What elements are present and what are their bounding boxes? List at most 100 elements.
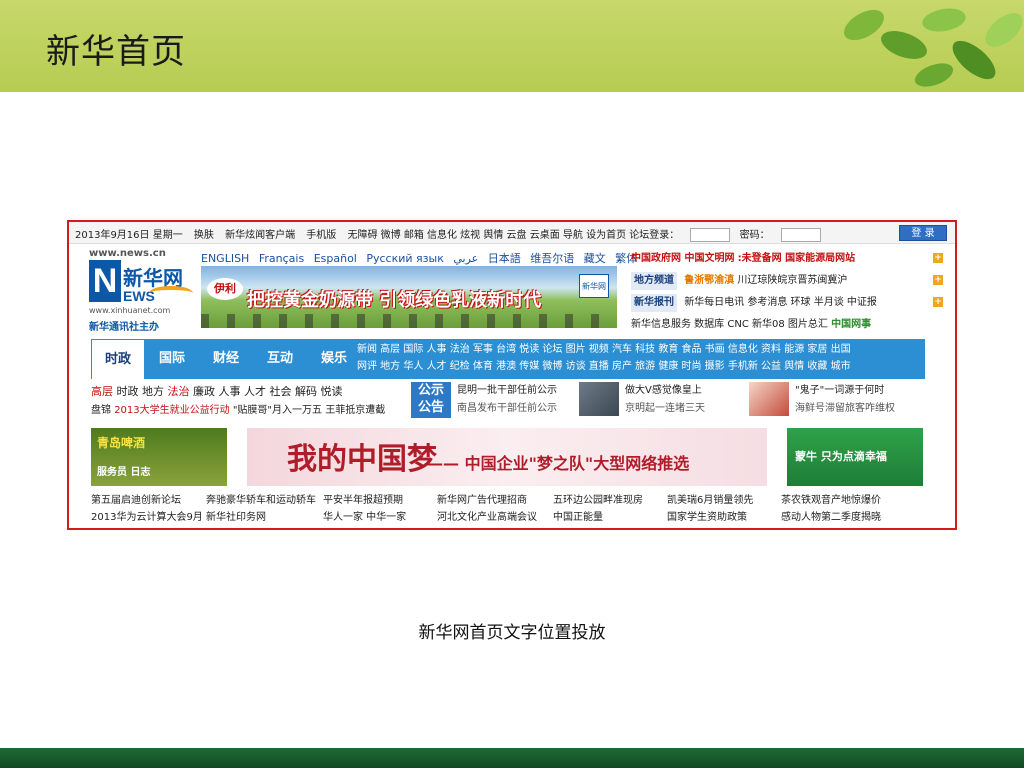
bottom-links: 第五届启迪创新论坛 奔驰豪华轿车和运动轿车 平安半年报超预期 新华网广告代理招商… bbox=[91, 492, 941, 526]
news-rest[interactable]: 廉政 人事 人才 社会 解码 悦读 bbox=[190, 385, 343, 398]
bottom-link[interactable]: 新华社印务网 bbox=[206, 509, 266, 526]
right-row-gov: 中国政府网 中国文明网 :未登备网 国家能源局网站 + bbox=[631, 250, 949, 272]
thumb1-line1[interactable]: 做大V感觉像皇上 bbox=[625, 382, 705, 400]
notice-line1[interactable]: 昆明一批干部任前公示 bbox=[457, 382, 557, 400]
topbar-links[interactable]: 无障碍 微博 邮箱 信息化 炫视 舆情 云盘 云桌面 导航 设为首页 论坛登录： bbox=[347, 230, 679, 241]
mengniu-text: 蒙牛 只为点滴幸福 bbox=[795, 450, 887, 463]
right-row-local: 地方频道 鲁浙鄂渝滇 川辽琼陕皖京晋苏闽冀沪 + bbox=[631, 272, 949, 294]
news-row2-label[interactable]: 盘锦 bbox=[91, 405, 114, 416]
login-button[interactable]: 登 录 bbox=[899, 225, 947, 241]
bottom-link[interactable]: 五环边公园畔准现房 bbox=[553, 492, 643, 509]
logo-sub: 新华通讯社主办 bbox=[89, 322, 159, 333]
logo-site: www.xinhuanet.com bbox=[89, 306, 171, 315]
banner-text: 把控黄金奶源带 引领绿色乳液新时代 bbox=[247, 290, 542, 311]
logo-letter: N bbox=[89, 260, 121, 302]
tab-interactive[interactable]: 互动 bbox=[253, 339, 307, 379]
notice-line2[interactable]: 南昌发布干部任前公示 bbox=[457, 400, 557, 418]
gov-links-rest[interactable]: :未登备网 国家能源局网站 bbox=[738, 253, 855, 264]
language-links: ENGLISH Français Español Русский язык عر… bbox=[201, 250, 643, 266]
lang-russian[interactable]: Русский язык bbox=[366, 252, 443, 265]
bottom-link[interactable]: 中国正能量 bbox=[553, 509, 603, 526]
thumb2-links: "鬼子"一词源于何时 海鲜号滞留旅客咋维权 bbox=[795, 382, 895, 418]
china-netizen-link[interactable]: 中国网事 bbox=[831, 319, 871, 330]
yili-banner[interactable]: 伊利 把控黄金奶源带 引领绿色乳液新时代 新华网 bbox=[201, 266, 617, 328]
tab-international[interactable]: 国际 bbox=[145, 339, 199, 379]
lang-spanish[interactable]: Español bbox=[314, 252, 357, 265]
bottom-link[interactable]: 奔驰豪华轿车和运动轿车 bbox=[206, 492, 316, 509]
thumb1-line2[interactable]: 京明起一连堵三天 bbox=[625, 400, 705, 418]
bottom-link[interactable]: 2013华为云计算大会9月 bbox=[91, 509, 203, 526]
logo-url: www.news.cn bbox=[89, 248, 166, 259]
beer-title: 青岛啤酒 bbox=[97, 436, 146, 450]
bottom-link[interactable]: 平安半年报超预期 bbox=[323, 492, 403, 509]
bottom-link[interactable]: 河北文化产业高端会议 bbox=[437, 509, 537, 526]
lang-tibetan[interactable]: 藏文 bbox=[584, 252, 606, 265]
banner-cows bbox=[201, 314, 617, 328]
skin-link[interactable]: 换肤 bbox=[194, 230, 214, 241]
bottom-row1: 第五届启迪创新论坛 奔驰豪华轿车和运动轿车 平安半年报超预期 新华网广告代理招商… bbox=[91, 492, 941, 509]
xinhua-logo[interactable]: www.news.cn N 新华网 EWS www.xinhuanet.com … bbox=[89, 248, 193, 333]
expand-icon[interactable]: + bbox=[933, 297, 943, 307]
press-tag: 新华报刊 bbox=[631, 294, 677, 312]
notice-badge[interactable]: 公示 公告 bbox=[411, 382, 451, 418]
news-mid[interactable]: 时政 地方 bbox=[113, 385, 168, 398]
news-left: 高层 时政 地方 法治 廉政 人事 人才 社会 解码 悦读 盘锦 2013大学生… bbox=[91, 382, 401, 420]
bottom-link[interactable]: 茶农铁观音产地惊爆价 bbox=[781, 492, 881, 509]
news-row2-rest[interactable]: "贴膜哥"月入一万五 王菲抵京遭截 bbox=[230, 405, 385, 416]
slide-caption: 新华网首页文字位置投放 bbox=[418, 623, 606, 643]
expand-icon[interactable]: + bbox=[933, 275, 943, 285]
services-links[interactable]: 新华信息服务 数据库 CNC 新华08 图片总汇 bbox=[631, 319, 828, 330]
nav-links-row2[interactable]: 网评 地方 华人 人才 纪检 体育 港澳 传媒 微博 访谈 直播 房产 旅游 健… bbox=[357, 358, 923, 375]
news-row2-red[interactable]: 2013大学生就业公益行动 bbox=[114, 405, 229, 416]
lang-uyghur[interactable]: 维吾尔语 bbox=[530, 252, 574, 265]
local-highlight[interactable]: 鲁浙鄂渝滇 bbox=[684, 275, 734, 286]
gov-links[interactable]: 中国政府网 中国文明网 bbox=[631, 253, 734, 264]
tab-politics[interactable]: 时政 bbox=[91, 339, 145, 379]
expand-icon[interactable]: + bbox=[933, 253, 943, 263]
thumb2-line1[interactable]: "鬼子"一词源于何时 bbox=[795, 382, 895, 400]
local-links[interactable]: 川辽琼陕皖京晋苏闽冀沪 bbox=[737, 275, 847, 286]
mengniu-ad[interactable]: 蒙牛 只为点滴幸福 bbox=[787, 428, 923, 486]
client-link[interactable]: 新华炫闻客户端 bbox=[225, 230, 295, 241]
bottom-link[interactable]: 国家学生资助政策 bbox=[667, 509, 747, 526]
mobile-link[interactable]: 手机版 bbox=[306, 230, 336, 241]
slide: 新华首页 2013年9月16日 星期一 换肤 新华炫闻客户端 手机版 无障碍 微… bbox=[0, 0, 1024, 768]
tsingtao-ad[interactable]: 青岛啤酒 服务员 日志 bbox=[91, 428, 227, 486]
nav-links: 新闻 高层 国际 人事 法治 军事 台湾 悦读 论坛 图片 视频 汽车 科技 教… bbox=[357, 341, 923, 375]
bottom-link[interactable]: 凯美瑞6月销量领先 bbox=[667, 492, 753, 509]
banner-brand: 伊利 bbox=[207, 278, 243, 300]
banner-logo: 新华网 bbox=[579, 274, 609, 298]
site-topbar: 2013年9月16日 星期一 换肤 新华炫闻客户端 手机版 无障碍 微博 邮箱 … bbox=[69, 222, 955, 244]
bottom-link[interactable]: 第五届启迪创新论坛 bbox=[91, 492, 181, 509]
password-label: 密码： bbox=[739, 230, 770, 241]
press-links[interactable]: 新华每日电讯 参考消息 环球 半月谈 中证报 bbox=[684, 297, 877, 308]
news-hl2[interactable]: 法治 bbox=[168, 385, 190, 398]
tab-entertainment[interactable]: 娱乐 bbox=[307, 339, 361, 379]
bottom-link[interactable]: 华人一家 中华一家 bbox=[323, 509, 406, 526]
slide-title: 新华首页 bbox=[46, 32, 186, 72]
news-hl1[interactable]: 高层 bbox=[91, 385, 113, 398]
leaves-decoration bbox=[844, 8, 1023, 87]
notice-links: 昆明一批干部任前公示 南昌发布干部任前公示 bbox=[457, 382, 557, 418]
bottom-band bbox=[0, 748, 1024, 768]
tab-finance[interactable]: 财经 bbox=[199, 339, 253, 379]
dream-title: 我的中国梦 bbox=[287, 442, 437, 477]
nav-links-row1[interactable]: 新闻 高层 国际 人事 法治 军事 台湾 悦读 论坛 图片 视频 汽车 科技 教… bbox=[357, 341, 923, 358]
bottom-row2: 2013华为云计算大会9月 新华社印务网 华人一家 中华一家 河北文化产业高端会… bbox=[91, 509, 941, 526]
news-left-row2: 盘锦 2013大学生就业公益行动 "贴膜哥"月入一万五 王菲抵京遭截 bbox=[91, 401, 401, 420]
news-thumbnail[interactable] bbox=[749, 382, 789, 416]
bottom-link[interactable]: 新华网广告代理招商 bbox=[437, 492, 527, 509]
bottom-link[interactable]: 感动人物第二季度揭晓 bbox=[781, 509, 881, 526]
main-nav: 时政 国际 财经 互动 娱乐 新闻 高层 国际 人事 法治 军事 台湾 悦读 论… bbox=[91, 339, 925, 379]
news-thumbnail[interactable] bbox=[579, 382, 619, 416]
lang-japanese[interactable]: 日本語 bbox=[488, 252, 521, 265]
thumb2-line2[interactable]: 海鲜号滞留旅客咋维权 bbox=[795, 400, 895, 418]
lang-english[interactable]: ENGLISH bbox=[201, 252, 249, 265]
username-field[interactable] bbox=[690, 228, 731, 242]
lang-french[interactable]: Français bbox=[259, 252, 304, 265]
lang-arabic[interactable]: عربي bbox=[453, 252, 478, 265]
local-channel-tag: 地方频道 bbox=[631, 272, 677, 290]
logo-swoosh bbox=[149, 286, 193, 300]
password-field[interactable] bbox=[780, 228, 821, 242]
china-dream-ad[interactable]: 我的中国梦 —— 中国企业"梦之队"大型网络推选 bbox=[247, 428, 767, 486]
